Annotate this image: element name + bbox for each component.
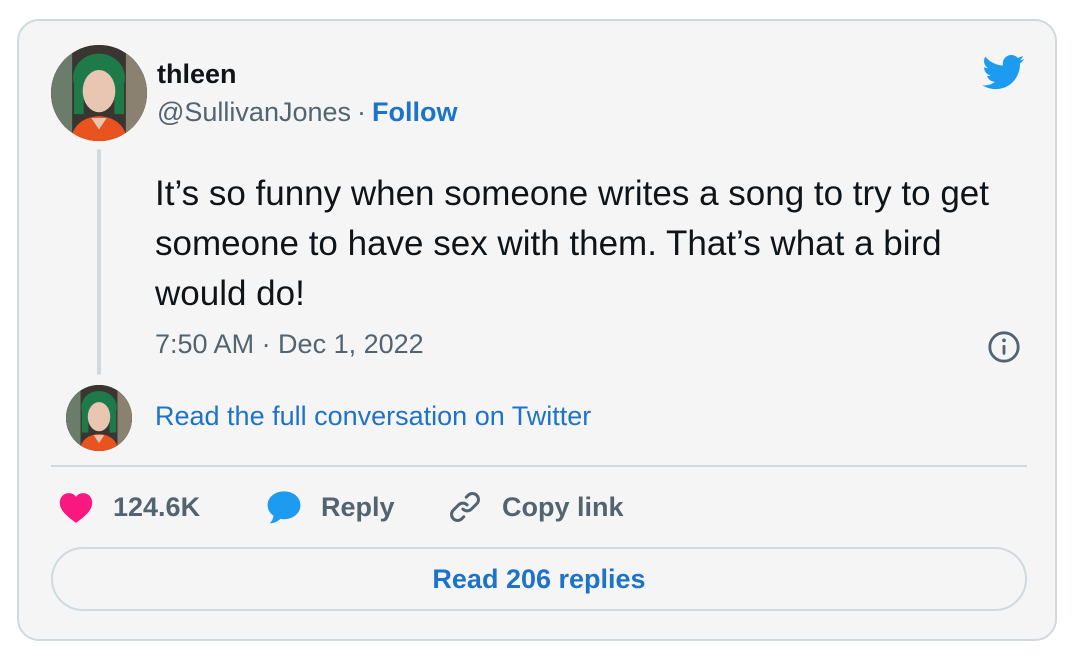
tweet-text: It’s so funny when someone writes a song… xyxy=(155,174,989,313)
author-avatar-image xyxy=(51,45,147,141)
author-display-name[interactable]: thleen xyxy=(157,59,237,90)
info-icon[interactable] xyxy=(987,330,1021,364)
copy-link-button[interactable]: Copy link xyxy=(446,487,624,527)
reply-button[interactable]: Reply xyxy=(265,487,395,527)
read-replies-button[interactable]: Read 206 replies xyxy=(51,547,1027,611)
author-handle[interactable]: @SullivanJones xyxy=(157,97,351,127)
heart-icon xyxy=(59,493,93,523)
speech-bubble-icon xyxy=(267,491,301,524)
twitter-bird-icon[interactable] xyxy=(979,51,1029,93)
copy-link-label: Copy link xyxy=(502,491,624,522)
thread-connector-line xyxy=(97,149,101,375)
conversation-avatar[interactable] xyxy=(66,385,132,451)
like-button[interactable]: 124.6K xyxy=(57,487,200,527)
conversation-avatar-image xyxy=(66,385,132,451)
tweet-timestamp[interactable]: 7:50 AM · Dec 1, 2022 xyxy=(155,329,424,360)
author-avatar[interactable] xyxy=(51,45,147,141)
author-handle-row: @SullivanJones · Follow xyxy=(157,97,458,128)
reply-label: Reply xyxy=(321,491,395,522)
actions-divider xyxy=(51,465,1027,467)
tweet-embed-card: thleen @SullivanJones · Follow It’s so fun… xyxy=(17,19,1057,641)
follow-link[interactable]: Follow xyxy=(372,97,457,127)
like-count: 124.6K xyxy=(113,491,201,522)
link-icon xyxy=(450,492,480,522)
handle-separator: · xyxy=(357,97,367,127)
read-full-conversation-link[interactable]: Read the full conversation on Twitter xyxy=(155,401,591,432)
